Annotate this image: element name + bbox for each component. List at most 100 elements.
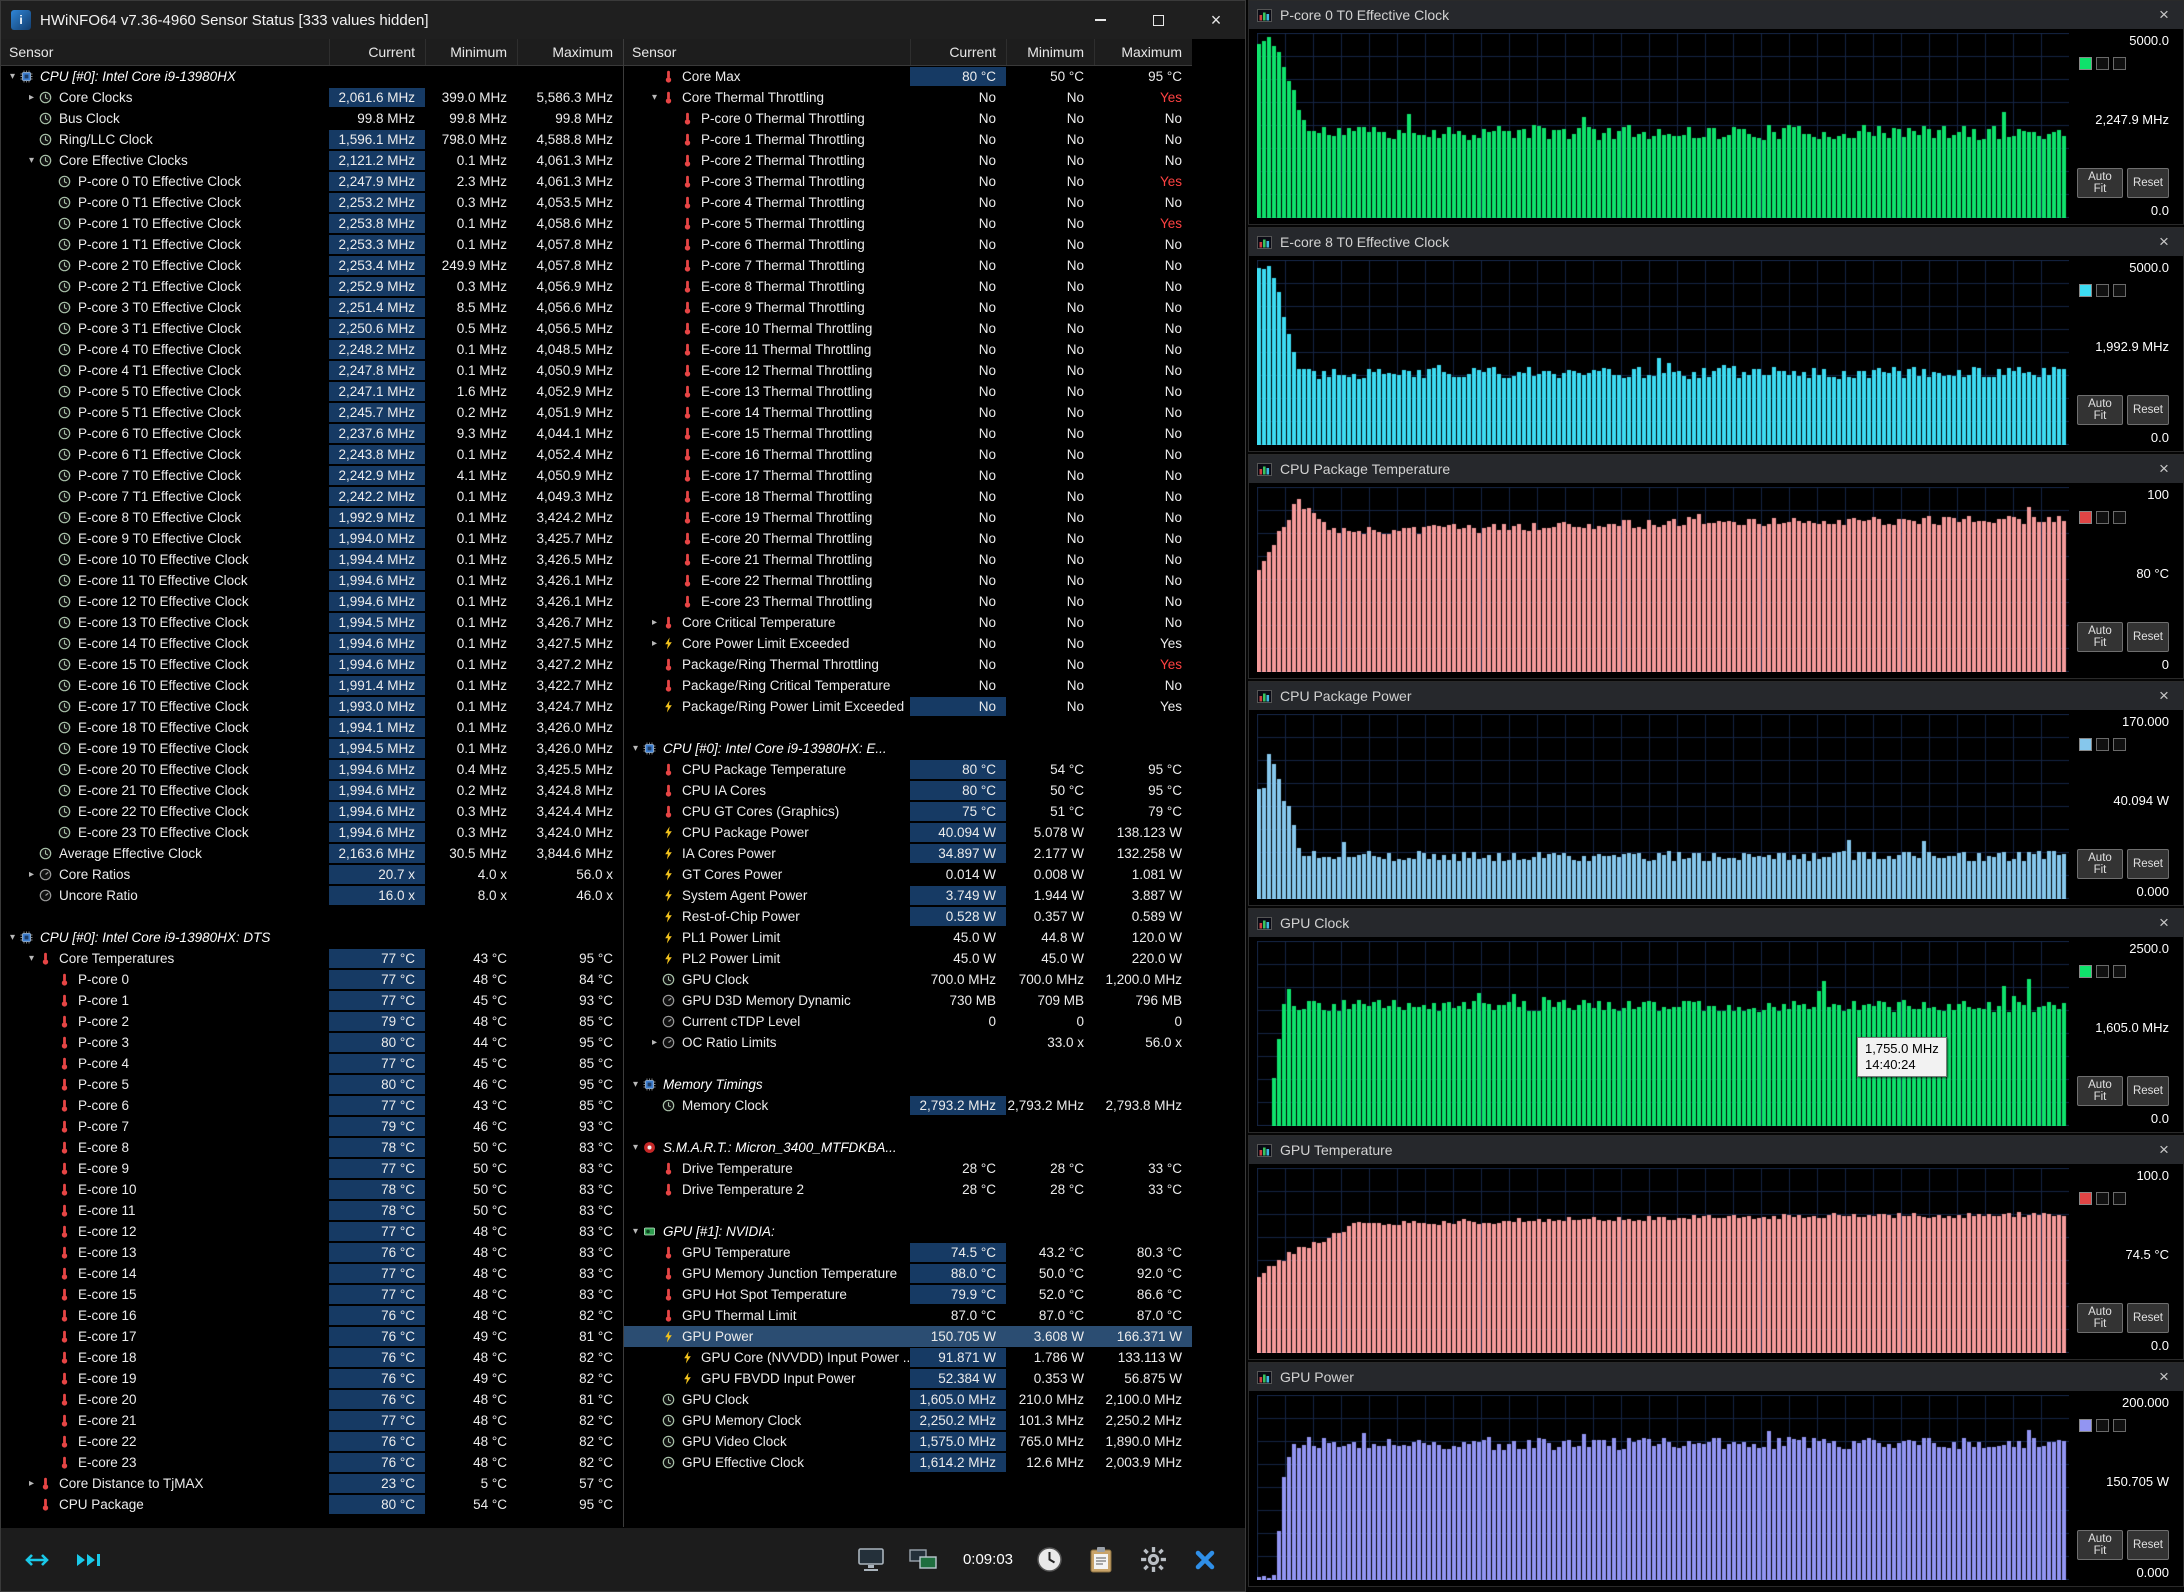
- sensor-row[interactable]: E-core 13 76 °C 48 °C 83 °C: [1, 1242, 623, 1263]
- series-color-swatch[interactable]: [2079, 511, 2092, 524]
- sensor-row[interactable]: E-core 19 T0 Effective Clock 1,994.5 MHz 0…: [1, 738, 623, 759]
- column-header-minimum[interactable]: Minimum: [425, 39, 517, 65]
- graph-color-swatches[interactable]: [2079, 284, 2169, 297]
- graph-canvas[interactable]: [1257, 33, 2069, 218]
- auto-fit-button[interactable]: Auto Fit: [2077, 395, 2123, 425]
- remote-monitor-button[interactable]: [847, 1536, 895, 1584]
- sensor-row[interactable]: ▸ Core Distance to TjMAX 23 °C 5 °C 57 °C: [1, 1473, 623, 1494]
- sensor-row[interactable]: Ring/LLC Clock 1,596.1 MHz 798.0 MHz 4,588.…: [1, 129, 623, 150]
- minimize-button[interactable]: [1071, 1, 1129, 39]
- graph-color-swatches[interactable]: [2079, 738, 2169, 751]
- sensor-row[interactable]: ▾ Core Temperatures 77 °C 43 °C 95 °C: [1, 948, 623, 969]
- graph-close-icon[interactable]: ×: [2153, 1367, 2175, 1387]
- sensor-row[interactable]: P-core 7 79 °C 46 °C 93 °C: [1, 1116, 623, 1137]
- graph-titlebar[interactable]: GPU Temperature ×: [1249, 1136, 2183, 1164]
- sensor-row[interactable]: ▸ Core Power Limit Exceeded No No Yes: [624, 633, 1192, 654]
- graph-close-icon[interactable]: ×: [2153, 686, 2175, 706]
- expand-arrow-icon[interactable]: ▸: [647, 1037, 662, 1048]
- sensor-row[interactable]: P-core 3 T1 Effective Clock 2,250.6 MHz 0.…: [1, 318, 623, 339]
- sensor-row[interactable]: E-core 10 78 °C 50 °C 83 °C: [1, 1179, 623, 1200]
- column-header-maximum[interactable]: Maximum: [1094, 39, 1192, 65]
- reset-button[interactable]: Reset: [2126, 395, 2169, 425]
- swatch-option[interactable]: [2096, 1192, 2109, 1205]
- sensor-row[interactable]: E-core 23 Thermal Throttling No No No: [624, 591, 1192, 612]
- sensor-group-header[interactable]: ▾ CPU [#0]: Intel Core i9-13980HX: E...: [624, 738, 1192, 759]
- maximize-button[interactable]: [1129, 1, 1187, 39]
- column-header-minimum[interactable]: Minimum: [1006, 39, 1094, 65]
- sensor-row[interactable]: P-core 4 T0 Effective Clock 2,248.2 MHz 0.…: [1, 339, 623, 360]
- collapse-arrow-icon[interactable]: ▾: [628, 743, 643, 754]
- sensor-row[interactable]: E-core 21 T0 Effective Clock 1,994.6 MHz 0…: [1, 780, 623, 801]
- sensor-row[interactable]: P-core 1 T0 Effective Clock 2,253.8 MHz 0.…: [1, 213, 623, 234]
- sensor-row[interactable]: P-core 4 T1 Effective Clock 2,247.8 MHz 0.…: [1, 360, 623, 381]
- collapse-arrow-icon[interactable]: ▾: [5, 71, 20, 82]
- sensor-row[interactable]: GPU Power 150.705 W 3.608 W 166.371 W: [624, 1326, 1192, 1347]
- swatch-option[interactable]: [2096, 511, 2109, 524]
- auto-fit-button[interactable]: Auto Fit: [2077, 1076, 2123, 1106]
- column-header-current[interactable]: Current: [910, 39, 1006, 65]
- sensor-row[interactable]: E-core 12 T0 Effective Clock 1,994.6 MHz 0…: [1, 591, 623, 612]
- sensor-row[interactable]: E-core 8 Thermal Throttling No No No: [624, 276, 1192, 297]
- sensor-row[interactable]: CPU Package Power 40.094 W 5.078 W 138.123 …: [624, 822, 1192, 843]
- expand-arrow-icon[interactable]: ▸: [647, 638, 662, 649]
- sensor-row[interactable]: Package/Ring Power Limit Exceeded No No Yes: [624, 696, 1192, 717]
- graph-titlebar[interactable]: GPU Clock ×: [1249, 909, 2183, 937]
- sensor-row[interactable]: E-core 16 76 °C 48 °C 82 °C: [1, 1305, 623, 1326]
- sensor-row[interactable]: E-core 14 Thermal Throttling No No No: [624, 402, 1192, 423]
- sensor-row[interactable]: P-core 5 80 °C 46 °C 95 °C: [1, 1074, 623, 1095]
- sensor-row[interactable]: E-core 15 77 °C 48 °C 83 °C: [1, 1284, 623, 1305]
- sensor-row[interactable]: P-core 4 Thermal Throttling No No No: [624, 192, 1192, 213]
- sensor-row[interactable]: E-core 18 T0 Effective Clock 1,994.1 MHz 0…: [1, 717, 623, 738]
- column-header-maximum[interactable]: Maximum: [517, 39, 623, 65]
- sensor-row[interactable]: E-core 15 T0 Effective Clock 1,994.6 MHz 0…: [1, 654, 623, 675]
- sensor-row[interactable]: CPU IA Cores 80 °C 50 °C 95 °C: [624, 780, 1192, 801]
- sensor-row[interactable]: ▸ Core Critical Temperature No No No: [624, 612, 1192, 633]
- sensor-row[interactable]: Bus Clock 99.8 MHz 99.8 MHz 99.8 MHz: [1, 108, 623, 129]
- auto-fit-button[interactable]: Auto Fit: [2077, 1530, 2123, 1560]
- sensor-row[interactable]: P-core 0 T1 Effective Clock 2,253.2 MHz 0.…: [1, 192, 623, 213]
- swatch-option[interactable]: [2113, 1419, 2126, 1432]
- sensor-row[interactable]: GPU FBVDD Input Power 52.384 W 0.353 W 56.8…: [624, 1368, 1192, 1389]
- sensor-row[interactable]: P-core 2 T1 Effective Clock 2,252.9 MHz 0.…: [1, 276, 623, 297]
- sensor-row[interactable]: GPU Video Clock 1,575.0 MHz 765.0 MHz 1,890…: [624, 1431, 1192, 1452]
- sensor-row[interactable]: GT Cores Power 0.014 W 0.008 W 1.081 W: [624, 864, 1192, 885]
- sensor-row[interactable]: P-core 3 T0 Effective Clock 2,251.4 MHz 8.…: [1, 297, 623, 318]
- sensor-row[interactable]: Drive Temperature 28 °C 28 °C 33 °C: [624, 1158, 1192, 1179]
- sensor-row[interactable]: GPU Memory Junction Temperature 88.0 °C 50…: [624, 1263, 1192, 1284]
- graph-titlebar[interactable]: GPU Power ×: [1249, 1363, 2183, 1391]
- sensor-row[interactable]: E-core 12 Thermal Throttling No No No: [624, 360, 1192, 381]
- graph-titlebar[interactable]: CPU Package Temperature ×: [1249, 455, 2183, 483]
- sensor-row[interactable]: P-core 6 77 °C 43 °C 85 °C: [1, 1095, 623, 1116]
- sensor-row[interactable]: P-core 5 Thermal Throttling No No Yes: [624, 213, 1192, 234]
- graph-color-swatches[interactable]: [2079, 1192, 2169, 1205]
- graph-titlebar[interactable]: E-core 8 T0 Effective Clock ×: [1249, 228, 2183, 256]
- collapse-arrow-icon[interactable]: ▾: [24, 953, 39, 964]
- auto-fit-button[interactable]: Auto Fit: [2077, 1303, 2123, 1333]
- graph-color-swatches[interactable]: [2079, 57, 2169, 70]
- sensor-row[interactable]: E-core 23 76 °C 48 °C 82 °C: [1, 1452, 623, 1473]
- clock-button[interactable]: [1025, 1536, 1073, 1584]
- graph-close-icon[interactable]: ×: [2153, 1140, 2175, 1160]
- sensor-row[interactable]: Package/Ring Thermal Throttling No No Yes: [624, 654, 1192, 675]
- sensor-row[interactable]: Rest-of-Chip Power 0.528 W 0.357 W 0.589 W: [624, 906, 1192, 927]
- collapse-arrow-icon[interactable]: ▾: [628, 1079, 643, 1090]
- sensor-row[interactable]: E-core 22 76 °C 48 °C 82 °C: [1, 1431, 623, 1452]
- network-monitors-button[interactable]: [899, 1536, 947, 1584]
- exit-button[interactable]: [1181, 1536, 1229, 1584]
- graph-canvas[interactable]: [1257, 1395, 2069, 1580]
- sensor-row[interactable]: E-core 19 76 °C 49 °C 82 °C: [1, 1368, 623, 1389]
- sensor-row[interactable]: ▸ Core Clocks 2,061.6 MHz 399.0 MHz 5,586.3 …: [1, 87, 623, 108]
- sensor-row[interactable]: E-core 11 78 °C 50 °C 83 °C: [1, 1200, 623, 1221]
- sensor-row[interactable]: E-core 22 T0 Effective Clock 1,994.6 MHz 0…: [1, 801, 623, 822]
- sensor-row[interactable]: GPU Clock 1,605.0 MHz 210.0 MHz 2,100.0 MHz: [624, 1389, 1192, 1410]
- sensor-row[interactable]: P-core 3 Thermal Throttling No No Yes: [624, 171, 1192, 192]
- auto-fit-button[interactable]: Auto Fit: [2077, 168, 2123, 198]
- sensor-row[interactable]: IA Cores Power 34.897 W 2.177 W 132.258 W: [624, 843, 1192, 864]
- reset-button[interactable]: Reset: [2126, 168, 2169, 198]
- sensor-row[interactable]: Average Effective Clock 2,163.6 MHz 30.5 M…: [1, 843, 623, 864]
- graph-canvas[interactable]: [1257, 941, 2069, 1126]
- sensor-row[interactable]: GPU Effective Clock 1,614.2 MHz 12.6 MHz 2,…: [624, 1452, 1192, 1473]
- fast-forward-button[interactable]: [65, 1536, 113, 1584]
- graph-canvas[interactable]: [1257, 260, 2069, 445]
- series-color-swatch[interactable]: [2079, 738, 2092, 751]
